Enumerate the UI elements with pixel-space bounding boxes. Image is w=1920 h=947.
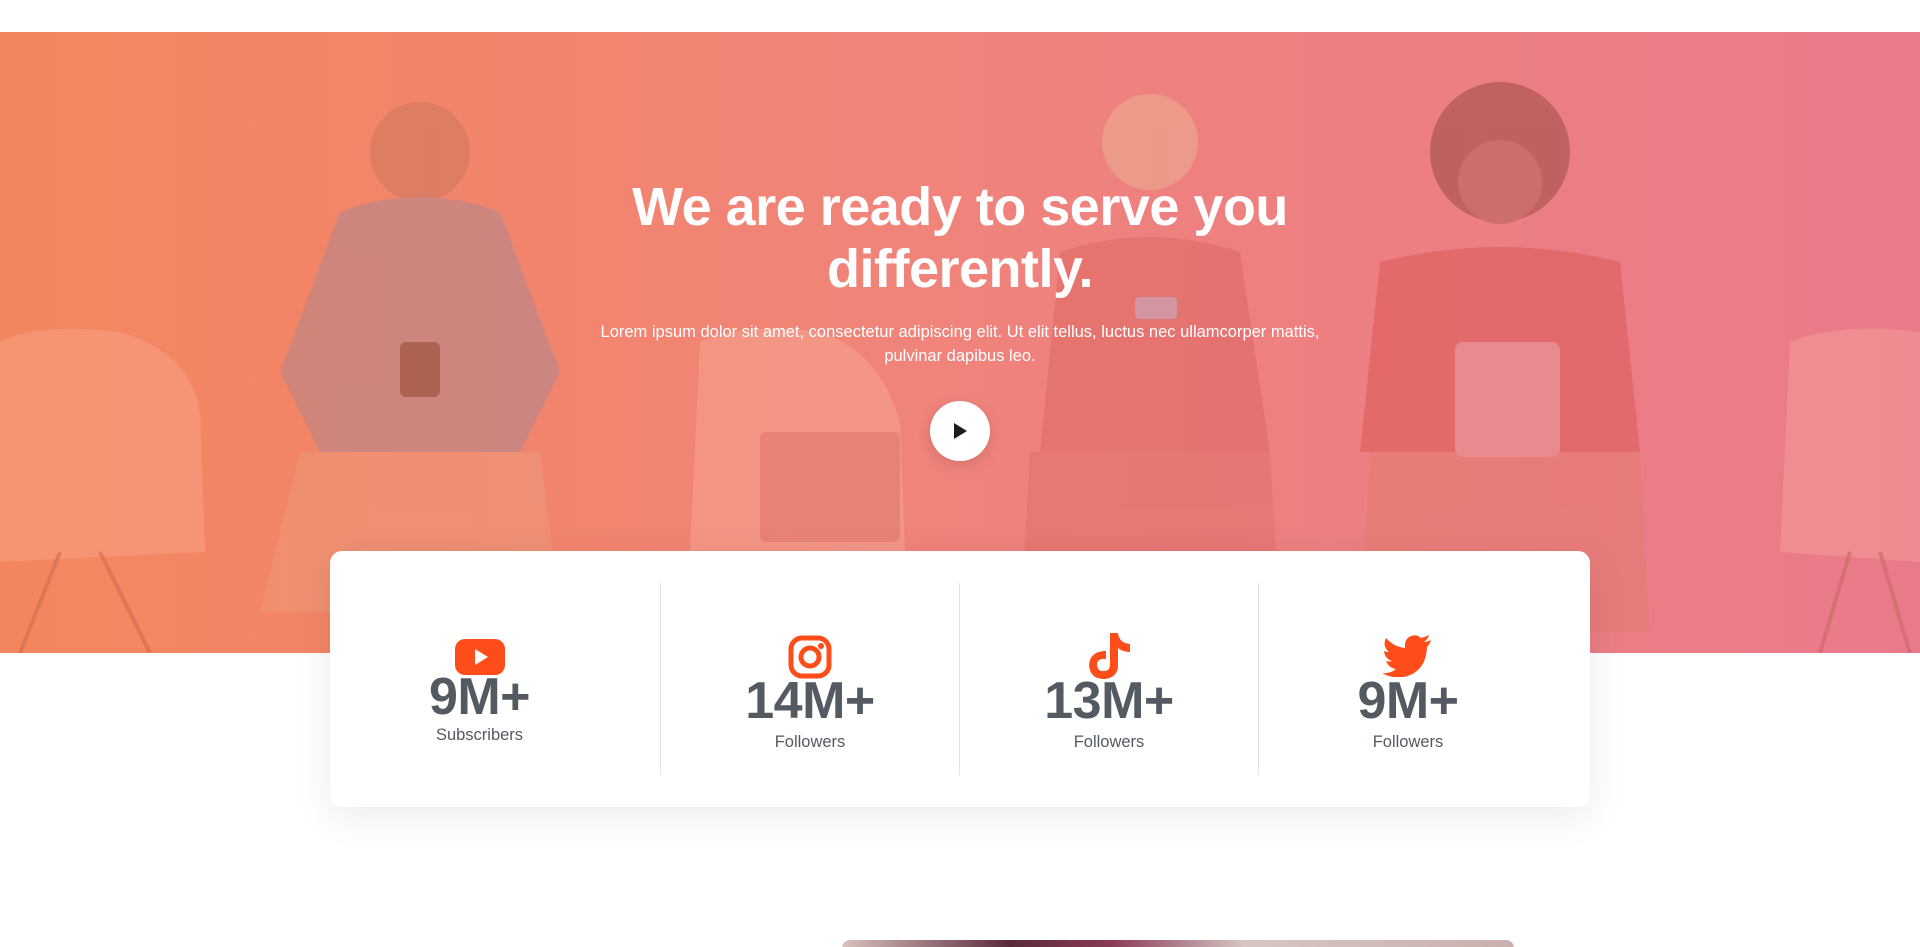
- play-icon: [954, 423, 967, 439]
- hero-title: We are ready to serve you differently.: [632, 177, 1288, 299]
- stat-value: 14M+: [745, 672, 875, 730]
- stat-twitter: 9M+ Followers: [1258, 583, 1557, 775]
- stat-tiktok: 13M+ Followers: [959, 583, 1258, 775]
- stat-value: 9M+: [428, 668, 531, 726]
- play-video-button[interactable]: [930, 401, 990, 461]
- top-header-strip: [0, 0, 1920, 32]
- hero-subtitle: Lorem ipsum dolor sit amet, consectetur …: [600, 323, 1320, 365]
- stat-label: Followers: [1073, 733, 1145, 751]
- stat-label: Followers: [1372, 733, 1444, 751]
- social-stats-card: 9M+ Subscribers 14M+ Followers 13M+ Foll…: [330, 551, 1590, 807]
- stat-label: Subscribers: [435, 726, 524, 744]
- stat-value: 9M+: [1357, 672, 1459, 730]
- next-section-image: [842, 940, 1514, 947]
- stat-instagram: 14M+ Followers: [660, 583, 959, 775]
- stat-value: 13M+: [1044, 672, 1174, 730]
- stat-label: Followers: [774, 733, 846, 751]
- stat-youtube: 9M+ Subscribers: [330, 583, 629, 775]
